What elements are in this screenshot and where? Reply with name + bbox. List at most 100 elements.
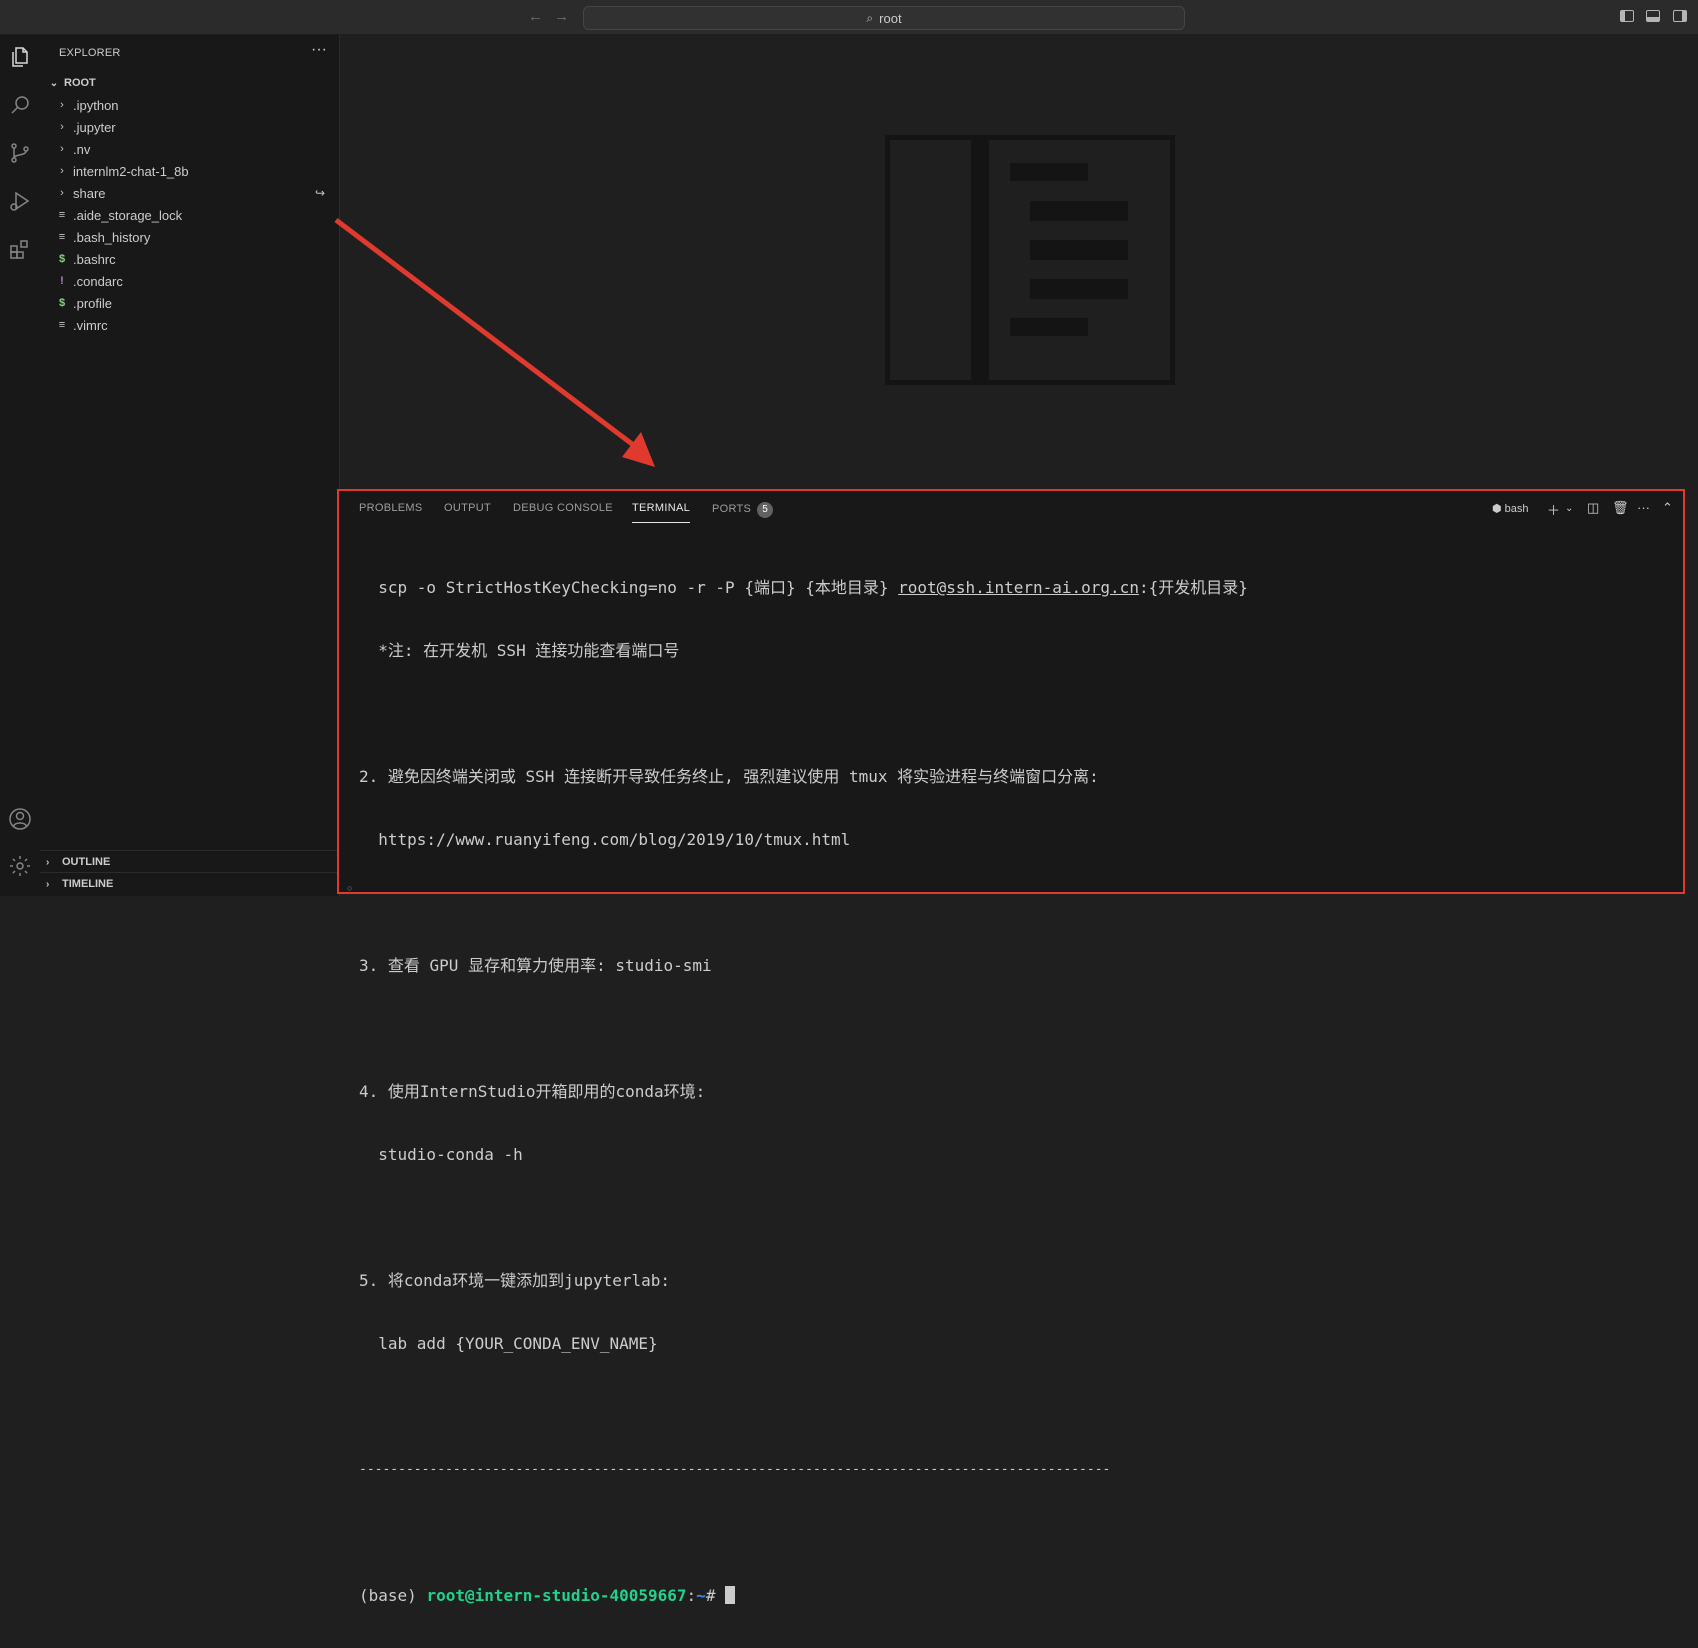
prompt-colon: : bbox=[686, 1586, 697, 1605]
chevron-down-icon: ⌄ bbox=[49, 77, 59, 89]
chevron-right-icon: › bbox=[60, 143, 64, 155]
tree-item-internlm2[interactable]: › internlm2-chat-1_8b bbox=[40, 160, 339, 182]
tree-item-label: share bbox=[73, 185, 106, 201]
tree-item-jupyter[interactable]: › .jupyter bbox=[40, 116, 339, 138]
terminal-line: 4. 使用InternStudio开箱即用的conda环境: bbox=[359, 1082, 706, 1101]
terminal-separator: ----------------------------------------… bbox=[359, 1462, 1111, 1477]
activity-bar bbox=[0, 35, 41, 896]
arrow-right-icon[interactable]: → bbox=[554, 8, 569, 25]
search-icon[interactable] bbox=[6, 91, 34, 119]
tab-terminal[interactable]: TERMINAL bbox=[632, 502, 691, 523]
outline-section[interactable]: › OUTLINE bbox=[40, 850, 339, 873]
arrow-left-icon[interactable]: ← bbox=[528, 8, 543, 25]
tab-ports[interactable]: PORTS 5 bbox=[712, 502, 774, 518]
tree-item-aide-storage-lock[interactable]: ≡ .aide_storage_lock bbox=[40, 204, 339, 226]
settings-gear-icon[interactable] bbox=[6, 852, 34, 880]
terminal-line: 2. 避免因终端关闭或 SSH 连接断开导致任务终止, 强烈建议使用 tmux … bbox=[359, 767, 1099, 786]
terminal-line: 5. 将conda环境一键添加到jupyterlab: bbox=[359, 1271, 671, 1290]
toggle-panel-icon[interactable] bbox=[1646, 10, 1660, 22]
prompt-env: (base) bbox=[359, 1586, 427, 1605]
tab-ports-label: PORTS bbox=[712, 503, 752, 515]
timeline-section[interactable]: › TIMELINE bbox=[40, 872, 339, 895]
tab-output[interactable]: OUTPUT bbox=[444, 502, 491, 514]
toggle-secondary-sidebar-icon[interactable] bbox=[1673, 10, 1687, 22]
file-lines-icon: ≡ bbox=[58, 231, 66, 243]
editor-area bbox=[340, 35, 1698, 483]
config-file-icon: ! bbox=[60, 275, 64, 287]
maximize-panel-icon[interactable]: ⌃ bbox=[1662, 500, 1673, 516]
search-icon: ⌕ bbox=[866, 10, 874, 25]
prompt-symbol: # bbox=[705, 1586, 726, 1605]
chevron-down-icon[interactable]: ⌄ bbox=[1565, 503, 1573, 514]
tree-item-nv[interactable]: › .nv bbox=[40, 138, 339, 160]
explorer-icon[interactable] bbox=[6, 43, 34, 71]
terminal-line: studio-conda -h bbox=[359, 1145, 523, 1164]
terminal-panel: PROBLEMS OUTPUT DEBUG CONSOLE TERMINAL P… bbox=[337, 489, 1685, 1605]
shell-file-icon: $ bbox=[58, 297, 66, 309]
root-folder-label: ROOT bbox=[64, 77, 96, 89]
symlink-icon: ↪ bbox=[314, 186, 325, 200]
terminal-line: 3. 查看 GPU 显存和算力使用率: studio-smi bbox=[359, 956, 712, 975]
terminal-line: *注: 在开发机 SSH 连接功能查看端口号 bbox=[359, 641, 680, 660]
timeline-label: TIMELINE bbox=[62, 878, 114, 890]
search-text: root bbox=[879, 10, 902, 26]
tree-item-bash-history[interactable]: ≡ .bash_history bbox=[40, 226, 339, 248]
account-icon[interactable] bbox=[6, 805, 34, 833]
prompt-user-host: root@intern-studio-40059667 bbox=[426, 1586, 687, 1605]
more-actions-icon[interactable]: ··· bbox=[311, 41, 327, 59]
tree-item-label: .bash_history bbox=[73, 229, 151, 245]
terminal-cursor bbox=[725, 1586, 736, 1604]
tree-item-label: .nv bbox=[73, 141, 91, 157]
prompt-path: ~ bbox=[696, 1586, 706, 1605]
terminal-line: https://www.ruanyifeng.com/blog/2019/10/… bbox=[359, 830, 851, 849]
split-terminal-icon[interactable]: ◫ bbox=[1587, 500, 1599, 516]
tree-item-vimrc[interactable]: ≡ .vimrc bbox=[40, 314, 339, 336]
tree-item-ipython[interactable]: › .ipython bbox=[40, 94, 339, 116]
chevron-right-icon: › bbox=[60, 165, 64, 177]
file-lines-icon: ≡ bbox=[58, 209, 66, 221]
tree-item-profile[interactable]: $ .profile bbox=[40, 292, 339, 314]
trash-icon[interactable]: 🗑 bbox=[1612, 500, 1629, 516]
root-folder-row[interactable]: ⌄ ROOT bbox=[40, 72, 339, 94]
file-lines-icon: ≡ bbox=[58, 319, 66, 331]
ssh-host-link[interactable]: root@ssh.intern-ai.org.cn bbox=[898, 578, 1139, 597]
tree-item-share[interactable]: › share ↪ bbox=[40, 182, 339, 204]
outline-label: OUTLINE bbox=[62, 856, 111, 868]
tree-item-label: .bashrc bbox=[73, 251, 116, 267]
tree-item-label: .aide_storage_lock bbox=[73, 207, 183, 223]
more-actions-icon[interactable]: ··· bbox=[1637, 500, 1650, 515]
panel-tabs: PROBLEMS OUTPUT DEBUG CONSOLE TERMINAL P… bbox=[339, 491, 1683, 525]
tree-item-label: internlm2-chat-1_8b bbox=[73, 163, 189, 179]
explorer-header: EXPLORER bbox=[59, 47, 121, 59]
toggle-primary-sidebar-icon[interactable] bbox=[1620, 10, 1634, 22]
terminal-line: scp -o StrictHostKeyChecking=no -r -P {端… bbox=[359, 578, 1248, 597]
tree-item-bashrc[interactable]: $ .bashrc bbox=[40, 248, 339, 270]
tree-item-label: .jupyter bbox=[73, 119, 116, 135]
terminal-shell-selector[interactable]: ⬢ bash bbox=[1492, 502, 1529, 515]
shell-label: bash bbox=[1504, 503, 1529, 515]
file-tree: › .ipython › .jupyter › .nv › internlm2-… bbox=[40, 94, 339, 336]
tab-problems[interactable]: PROBLEMS bbox=[359, 502, 423, 514]
ports-count-badge: 5 bbox=[757, 502, 774, 518]
command-center-search[interactable]: ⌕ root bbox=[583, 6, 1185, 30]
tree-item-label: .profile bbox=[73, 295, 113, 311]
tree-item-label: .ipython bbox=[73, 97, 119, 113]
explorer-sidebar: EXPLORER ··· ⌄ ROOT › .ipython › .jupyte… bbox=[40, 35, 340, 896]
chevron-right-icon: › bbox=[60, 99, 64, 111]
source-control-icon[interactable] bbox=[6, 139, 34, 167]
extensions-icon[interactable] bbox=[6, 235, 34, 263]
chevron-right-icon: › bbox=[60, 121, 64, 133]
tree-item-condarc[interactable]: ! .condarc bbox=[40, 270, 339, 292]
run-debug-icon[interactable] bbox=[6, 187, 34, 215]
terminal-output[interactable]: scp -o StrictHostKeyChecking=no -r -P {端… bbox=[359, 535, 1673, 1648]
tree-item-label: .vimrc bbox=[73, 317, 108, 333]
new-terminal-plus-icon[interactable]: ＋ bbox=[1547, 500, 1560, 519]
tab-debug-console[interactable]: DEBUG CONSOLE bbox=[513, 502, 613, 514]
vscode-watermark-icon bbox=[885, 135, 1175, 385]
